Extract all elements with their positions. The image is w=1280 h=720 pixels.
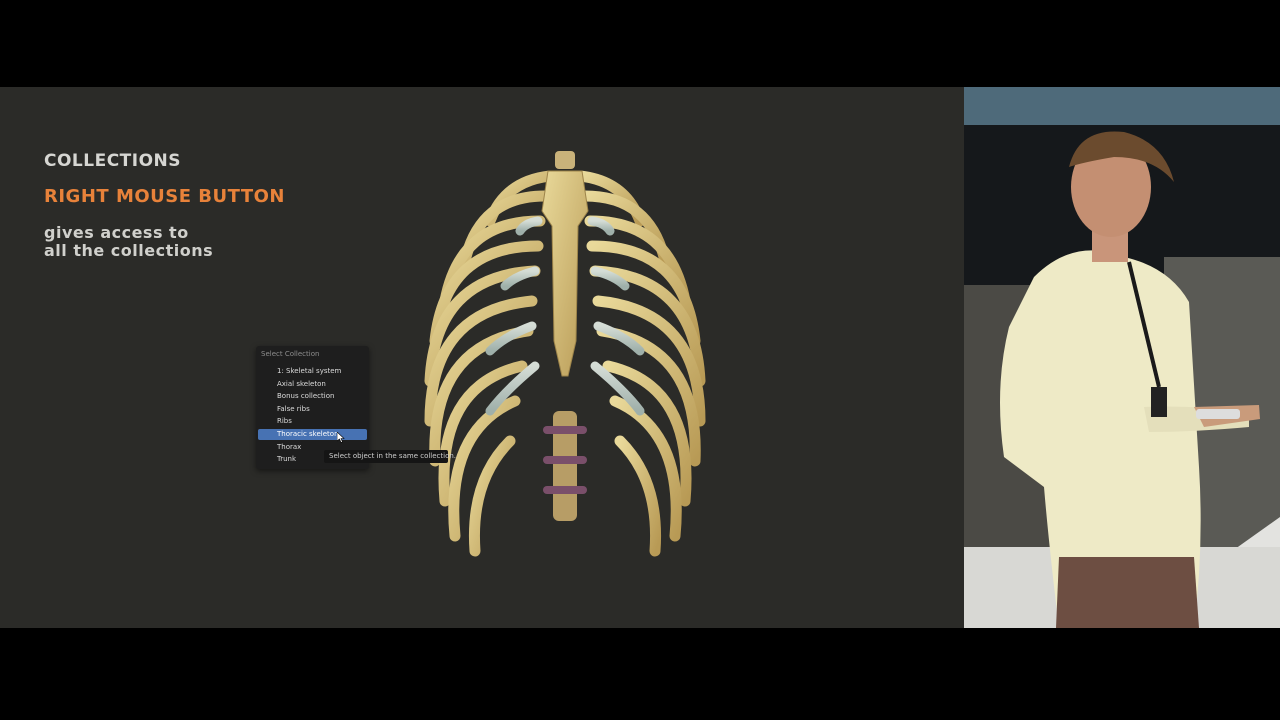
- ribcage-3d-model: [424, 151, 706, 557]
- presentation-slide: COLLECTIONS RIGHT MOUSE BUTTON gives acc…: [0, 87, 964, 628]
- menu-tooltip: Select object in the same collection.: [324, 450, 456, 463]
- heading-right-mouse-button: RIGHT MOUSE BUTTON: [44, 186, 285, 207]
- description-line-2: all the collections: [44, 241, 214, 260]
- menu-item-false-ribs[interactable]: False ribs: [258, 404, 367, 415]
- menu-item-ribs[interactable]: Ribs: [258, 416, 367, 427]
- description-line-1: gives access to: [44, 223, 189, 242]
- menu-title: Select Collection: [261, 350, 320, 358]
- speaker-image: [964, 87, 1280, 628]
- menu-item-skeletal-system[interactable]: 1: Skeletal system: [258, 366, 367, 377]
- menu-item-axial-skeleton[interactable]: Axial skeleton: [258, 379, 367, 390]
- slide-description: gives access to all the collections: [44, 224, 213, 260]
- menu-item-thoracic-skeleton[interactable]: Thoracic skeleton: [258, 429, 367, 440]
- speaker-video-feed: [964, 87, 1280, 628]
- menu-item-bonus-collection[interactable]: Bonus collection: [258, 391, 367, 402]
- mouse-cursor-icon: [337, 432, 345, 443]
- heading-collections: COLLECTIONS: [44, 151, 182, 171]
